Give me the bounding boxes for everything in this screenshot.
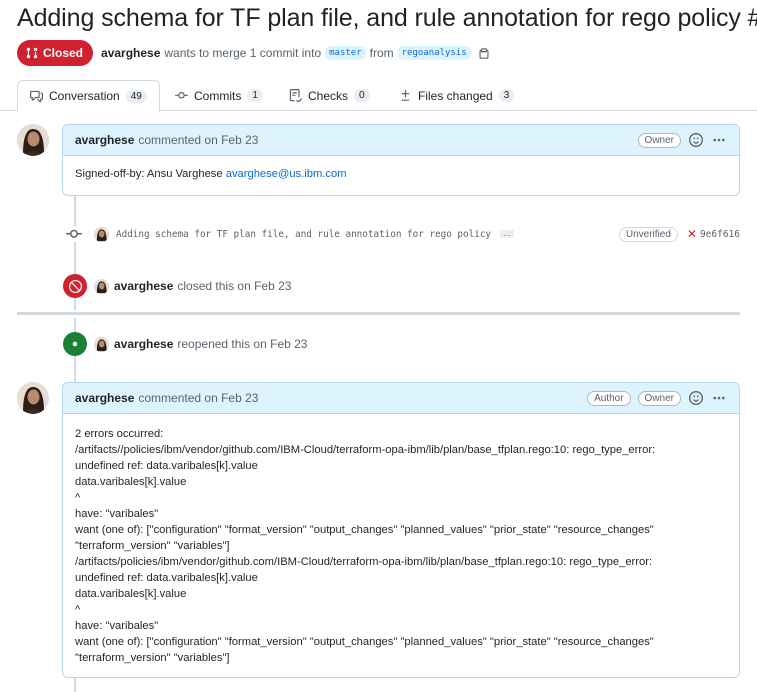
error-line: want (one of): ["configuration" "format_… — [75, 524, 654, 536]
event-actor[interactable]: avarghese — [114, 279, 173, 293]
reopened-event: avarghese reopened this on Feb 23 — [63, 332, 307, 356]
tab-commits-count: 1 — [247, 89, 263, 102]
error-line: want (one of): ["configuration" "format_… — [75, 636, 654, 648]
error-line: undefined ref: data.varibales[k].value — [75, 460, 258, 472]
verification-badge[interactable]: Unverified — [618, 226, 678, 242]
merge-text: wants to merge 1 commit into — [164, 46, 322, 60]
event-actor[interactable]: avarghese — [114, 337, 173, 351]
comment-header: avarghese commented on Feb 23 Author Own… — [63, 383, 739, 414]
owner-badge: Owner — [637, 132, 681, 148]
pr-meta: avarghese wants to merge 1 commit into m… — [101, 46, 490, 60]
tab-conversation[interactable]: Conversation 49 — [17, 80, 160, 112]
head-branch[interactable]: regoanalysis — [397, 46, 471, 60]
tab-checks[interactable]: Checks 0 — [289, 80, 370, 111]
commit-sha-group: ✕ 9e6f616 — [687, 227, 740, 241]
tab-checks-count: 0 — [354, 89, 370, 102]
error-line: undefined ref: data.varibales[k].value — [75, 572, 258, 584]
pr-title: Adding schema for TF plan file, and rule… — [17, 4, 757, 32]
from-text: from — [369, 46, 394, 60]
tab-files-changed-count: 3 — [498, 89, 515, 102]
state-badge: Closed — [17, 40, 94, 66]
git-commit-icon — [175, 92, 188, 99]
smiley-icon[interactable] — [688, 132, 704, 148]
avatar[interactable] — [17, 382, 49, 414]
signoff-text: Signed-off-by: Ansu Varghese — [75, 168, 226, 180]
kebab-horizontal-icon[interactable] — [711, 390, 727, 406]
pr-state-row: Closed avarghese wants to merge 1 commit… — [17, 40, 490, 66]
comment-discussion-icon — [30, 90, 43, 102]
pr-tabs: Conversation 49 Commits 1 Checks 0 Files… — [0, 80, 757, 112]
comment-header: avarghese commented on Feb 23 Owner — [63, 125, 739, 156]
dot-fill-icon — [63, 332, 87, 356]
email-link[interactable]: avarghese@us.ibm.com — [226, 168, 347, 180]
commit-row: Adding schema for TF plan file, and rule… — [66, 225, 740, 243]
error-line: data.varibales[k].value — [75, 476, 187, 488]
pr-author-link[interactable]: avarghese — [101, 46, 160, 60]
comment-timestamp[interactable]: commented on Feb 23 — [138, 133, 258, 147]
event-text: closed this on Feb 23 — [177, 279, 292, 293]
checklist-icon — [289, 89, 302, 102]
kebab-horizontal-icon[interactable] — [711, 132, 727, 148]
comment-body: 2 errors occurred: /artifacts//policies/… — [63, 414, 739, 676]
event-text: reopened this on Feb 23 — [177, 337, 308, 351]
timeline-line — [74, 678, 76, 692]
closed-event: avarghese closed this on Feb 23 — [63, 274, 291, 298]
git-commit-icon — [66, 226, 82, 242]
pull-request-closed-icon — [26, 47, 38, 59]
error-line: "terraform_version" "variables"] — [75, 540, 230, 552]
tab-files-changed-label: Files changed — [418, 88, 493, 103]
tab-conversation-count: 49 — [125, 89, 147, 103]
comment-author[interactable]: avarghese — [75, 133, 134, 147]
commit-expand-button[interactable]: … — [500, 230, 515, 238]
avatar[interactable] — [94, 336, 109, 352]
comment-card: avarghese commented on Feb 23 Owner Sign… — [62, 124, 740, 196]
tab-commits-label: Commits — [194, 88, 242, 103]
error-line: /artifacts/policies/ibm/vendor/github.co… — [75, 556, 653, 568]
smiley-icon[interactable] — [688, 390, 704, 406]
circle-slash-icon — [63, 274, 87, 298]
comment-body: Signed-off-by: Ansu Varghese avarghese@u… — [63, 156, 739, 192]
comment-author[interactable]: avarghese — [75, 391, 134, 405]
error-line: 2 errors occurred: — [75, 428, 164, 440]
error-line: ^ — [75, 492, 81, 504]
copy-icon[interactable] — [478, 47, 490, 60]
comment-card: avarghese commented on Feb 23 Author Own… — [62, 382, 740, 678]
error-line: data.varibales[k].value — [75, 588, 187, 600]
tab-conversation-label: Conversation — [49, 89, 120, 103]
error-line: have: "varibales" — [75, 620, 159, 632]
avatar[interactable] — [94, 226, 109, 242]
error-line: "terraform_version" "variables"] — [75, 652, 230, 664]
tab-checks-label: Checks — [308, 88, 349, 103]
avatar[interactable] — [94, 278, 109, 294]
tab-commits[interactable]: Commits 1 — [175, 80, 263, 111]
avatar[interactable] — [17, 124, 49, 156]
file-diff-icon — [401, 89, 410, 101]
comment-timestamp[interactable]: commented on Feb 23 — [138, 391, 258, 405]
error-line: have: "varibales" — [75, 508, 159, 520]
error-line: /artifacts//policies/ibm/vendor/github.c… — [75, 444, 656, 456]
owner-badge: Owner — [637, 390, 681, 406]
commit-message[interactable]: Adding schema for TF plan file, and rule… — [116, 229, 491, 240]
tab-files-changed[interactable]: Files changed 3 — [399, 80, 515, 111]
commit-sha[interactable]: 9e6f616 — [700, 229, 740, 240]
base-branch[interactable]: master — [325, 46, 366, 60]
timeline-divider — [17, 312, 740, 315]
state-label: Closed — [43, 46, 84, 60]
x-icon[interactable]: ✕ — [687, 227, 697, 241]
author-badge: Author — [587, 390, 631, 406]
error-line: ^ — [75, 604, 81, 616]
